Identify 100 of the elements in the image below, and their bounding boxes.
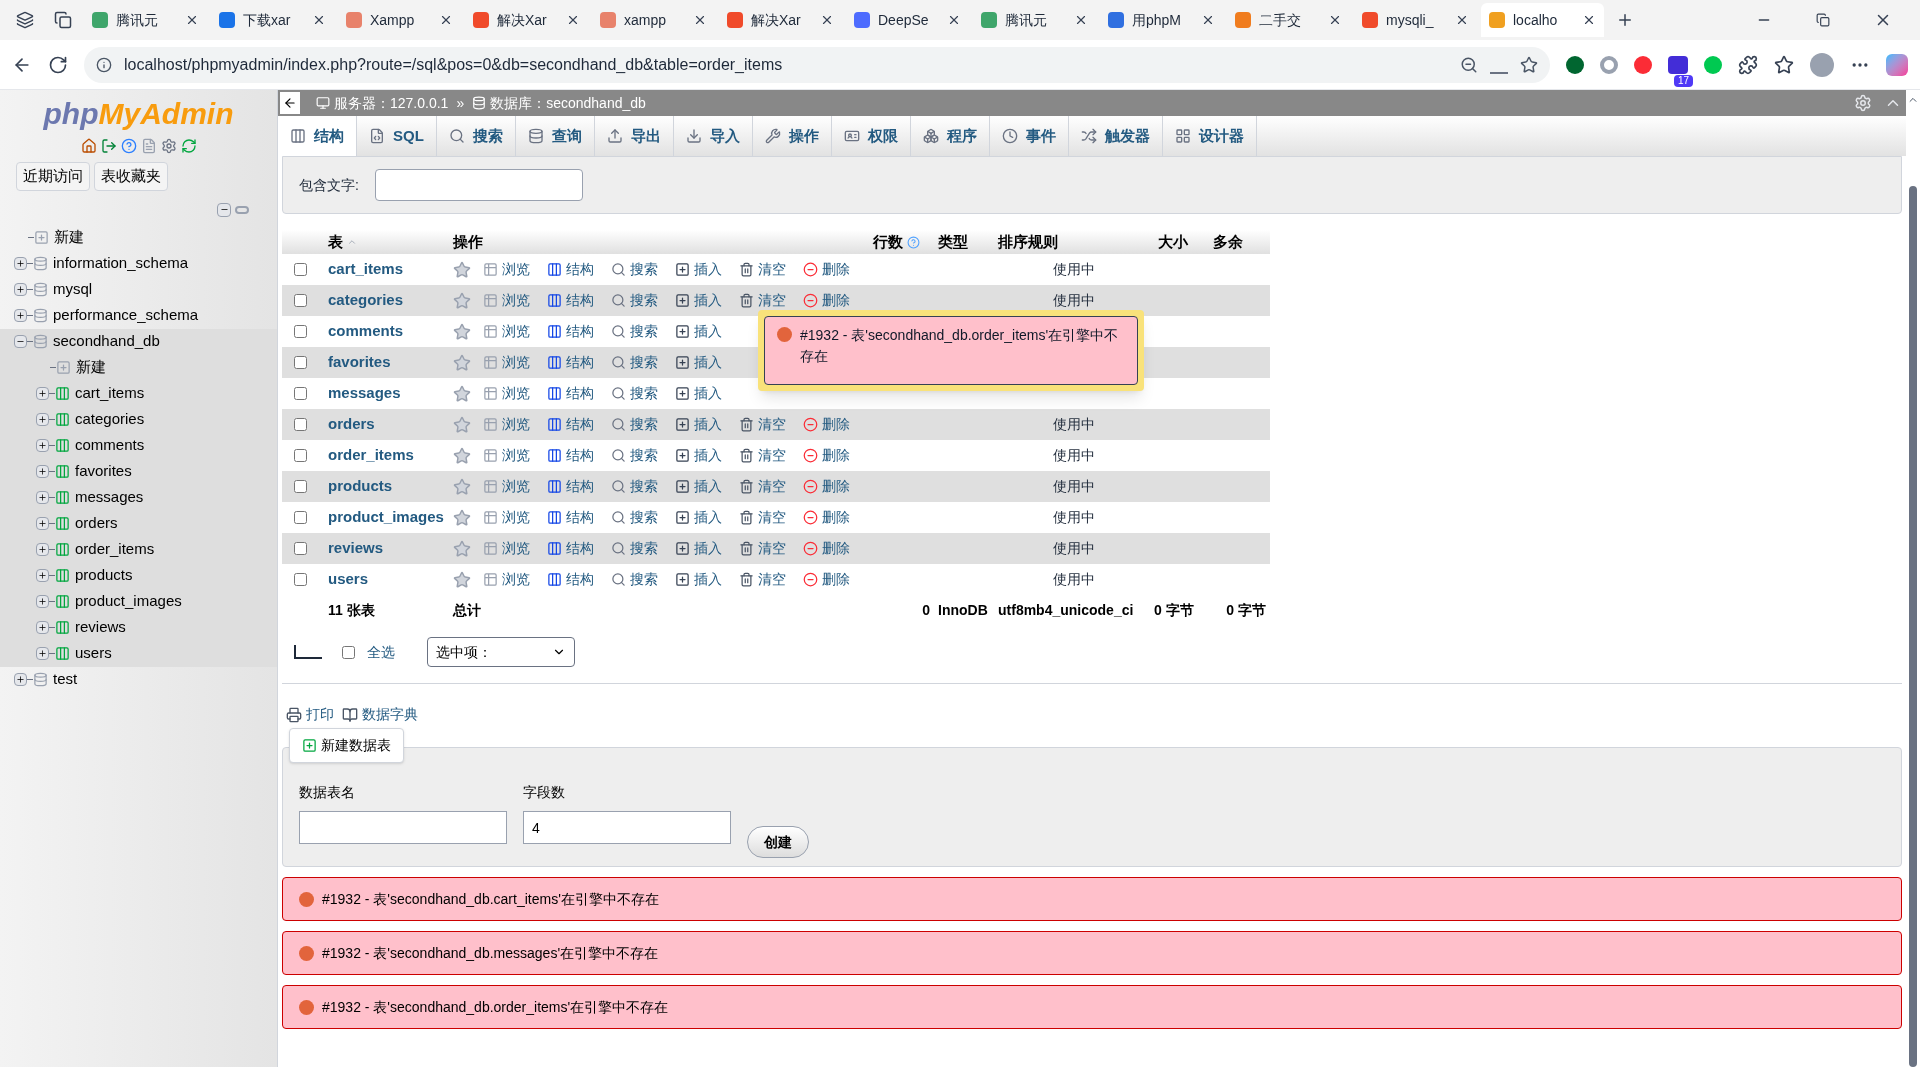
action-link[interactable]: 搜索: [611, 538, 675, 559]
action-link[interactable]: 浏览: [483, 507, 547, 528]
browser-tab[interactable]: localho: [1481, 3, 1604, 37]
table-name-link[interactable]: orders: [324, 413, 379, 436]
star-icon[interactable]: [453, 570, 471, 589]
close-icon[interactable]: [1582, 13, 1596, 27]
create-button[interactable]: 创建: [747, 826, 809, 858]
tree-item[interactable]: reviews: [75, 616, 126, 639]
row-checkbox[interactable]: [294, 263, 307, 276]
page-link[interactable]: 打印: [286, 704, 334, 725]
action-link[interactable]: 删除: [803, 507, 867, 528]
browser-tab[interactable]: 解决Xar: [719, 3, 842, 37]
star-icon[interactable]: [453, 384, 471, 403]
star-icon[interactable]: [453, 508, 471, 527]
column-count-field[interactable]: 4: [523, 811, 731, 844]
tree-item[interactable]: test: [53, 668, 78, 691]
browser-tab[interactable]: 二手交: [1227, 3, 1350, 37]
browser-tab[interactable]: 解决Xar: [465, 3, 588, 37]
action-link[interactable]: 结构: [547, 445, 611, 466]
action-link[interactable]: 浏览: [483, 414, 547, 435]
close-icon[interactable]: [947, 13, 961, 27]
row-checkbox[interactable]: [294, 573, 307, 586]
help-icon[interactable]: [120, 138, 137, 154]
expand-icon[interactable]: [14, 673, 27, 686]
action-link[interactable]: 清空: [739, 476, 803, 497]
close-icon[interactable]: [439, 13, 453, 27]
action-link[interactable]: 搜索: [611, 259, 675, 280]
action-link[interactable]: 结构: [547, 259, 611, 280]
action-link[interactable]: 浏览: [483, 352, 547, 373]
action-link[interactable]: 插入: [675, 445, 739, 466]
action-link[interactable]: 删除: [803, 569, 867, 590]
extension-icon[interactable]: [1566, 55, 1584, 74]
action-link[interactable]: 清空: [739, 507, 803, 528]
extension-icon[interactable]: [1634, 55, 1652, 74]
star-icon[interactable]: [453, 446, 471, 465]
row-checkbox[interactable]: [294, 294, 307, 307]
action-link[interactable]: 插入: [675, 290, 739, 311]
tree-item[interactable]: order_items: [75, 538, 155, 561]
favorites-icon[interactable]: [1774, 54, 1794, 75]
tree-item[interactable]: 新建: [54, 226, 84, 249]
star-icon[interactable]: [453, 477, 471, 496]
expand-icon[interactable]: [14, 309, 27, 322]
table-name-link[interactable]: messages: [324, 382, 405, 405]
action-link[interactable]: 浏览: [483, 290, 547, 311]
bulk-action-select[interactable]: 选中项：: [427, 637, 575, 667]
row-checkbox[interactable]: [294, 511, 307, 524]
action-link[interactable]: 搜索: [611, 383, 675, 404]
select-all-label[interactable]: 全选: [367, 641, 395, 663]
action-link[interactable]: 浏览: [483, 383, 547, 404]
action-link[interactable]: 删除: [803, 290, 867, 311]
close-icon[interactable]: [566, 13, 580, 27]
tree-item[interactable]: favorites: [75, 460, 132, 483]
action-link[interactable]: 清空: [739, 290, 803, 311]
page-link[interactable]: 数据字典: [342, 704, 418, 725]
copilot-icon[interactable]: [1886, 53, 1908, 76]
logo[interactable]: phpMyAdmin: [0, 94, 277, 134]
tree-item[interactable]: product_images: [75, 590, 182, 613]
table-name-field[interactable]: [299, 811, 507, 844]
browser-tab[interactable]: 用phpM: [1100, 3, 1223, 37]
tree-item[interactable]: performance_schema: [53, 304, 199, 327]
star-icon[interactable]: [453, 322, 471, 341]
action-link[interactable]: 结构: [547, 476, 611, 497]
tree-item[interactable]: messages: [75, 486, 144, 509]
table-name-link[interactable]: order_items: [324, 444, 418, 467]
action-link[interactable]: 搜索: [611, 476, 675, 497]
row-checkbox[interactable]: [294, 325, 307, 338]
action-link[interactable]: 插入: [675, 414, 739, 435]
action-link[interactable]: 搜索: [611, 445, 675, 466]
action-link[interactable]: 插入: [675, 507, 739, 528]
action-link[interactable]: 清空: [739, 259, 803, 280]
action-link[interactable]: 删除: [803, 259, 867, 280]
expand-icon[interactable]: [36, 491, 49, 504]
browser-tab[interactable]: Xampp: [338, 3, 461, 37]
action-link[interactable]: 结构: [547, 290, 611, 311]
action-link[interactable]: 浏览: [483, 538, 547, 559]
action-link[interactable]: 搜索: [611, 414, 675, 435]
action-link[interactable]: 删除: [803, 538, 867, 559]
breadcrumb-link[interactable]: 数据库：secondhand_db: [490, 92, 646, 114]
menu-tab[interactable]: 结构: [278, 116, 357, 156]
action-link[interactable]: 结构: [547, 414, 611, 435]
table-name-link[interactable]: favorites: [324, 351, 395, 374]
tree-item[interactable]: orders: [75, 512, 118, 535]
action-link[interactable]: 搜索: [611, 352, 675, 373]
close-icon[interactable]: [1201, 13, 1215, 27]
table-name-link[interactable]: categories: [324, 289, 408, 312]
close-icon[interactable]: [312, 13, 326, 27]
action-link[interactable]: 浏览: [483, 445, 547, 466]
table-name-link[interactable]: comments: [324, 320, 408, 343]
action-link[interactable]: 插入: [675, 259, 739, 280]
close-icon[interactable]: [820, 13, 834, 27]
action-link[interactable]: 清空: [739, 445, 803, 466]
tree-item[interactable]: information_schema: [53, 252, 189, 275]
close-icon[interactable]: [1455, 13, 1469, 27]
action-link[interactable]: 删除: [803, 476, 867, 497]
column-header[interactable]: 表: [324, 230, 449, 254]
action-link[interactable]: 删除: [803, 445, 867, 466]
help-icon[interactable]: [907, 235, 920, 249]
browser-tab[interactable]: 腾讯元: [84, 3, 207, 37]
zoom-out-icon[interactable]: [1460, 55, 1478, 74]
tree-item[interactable]: secondhand_db: [53, 330, 160, 353]
